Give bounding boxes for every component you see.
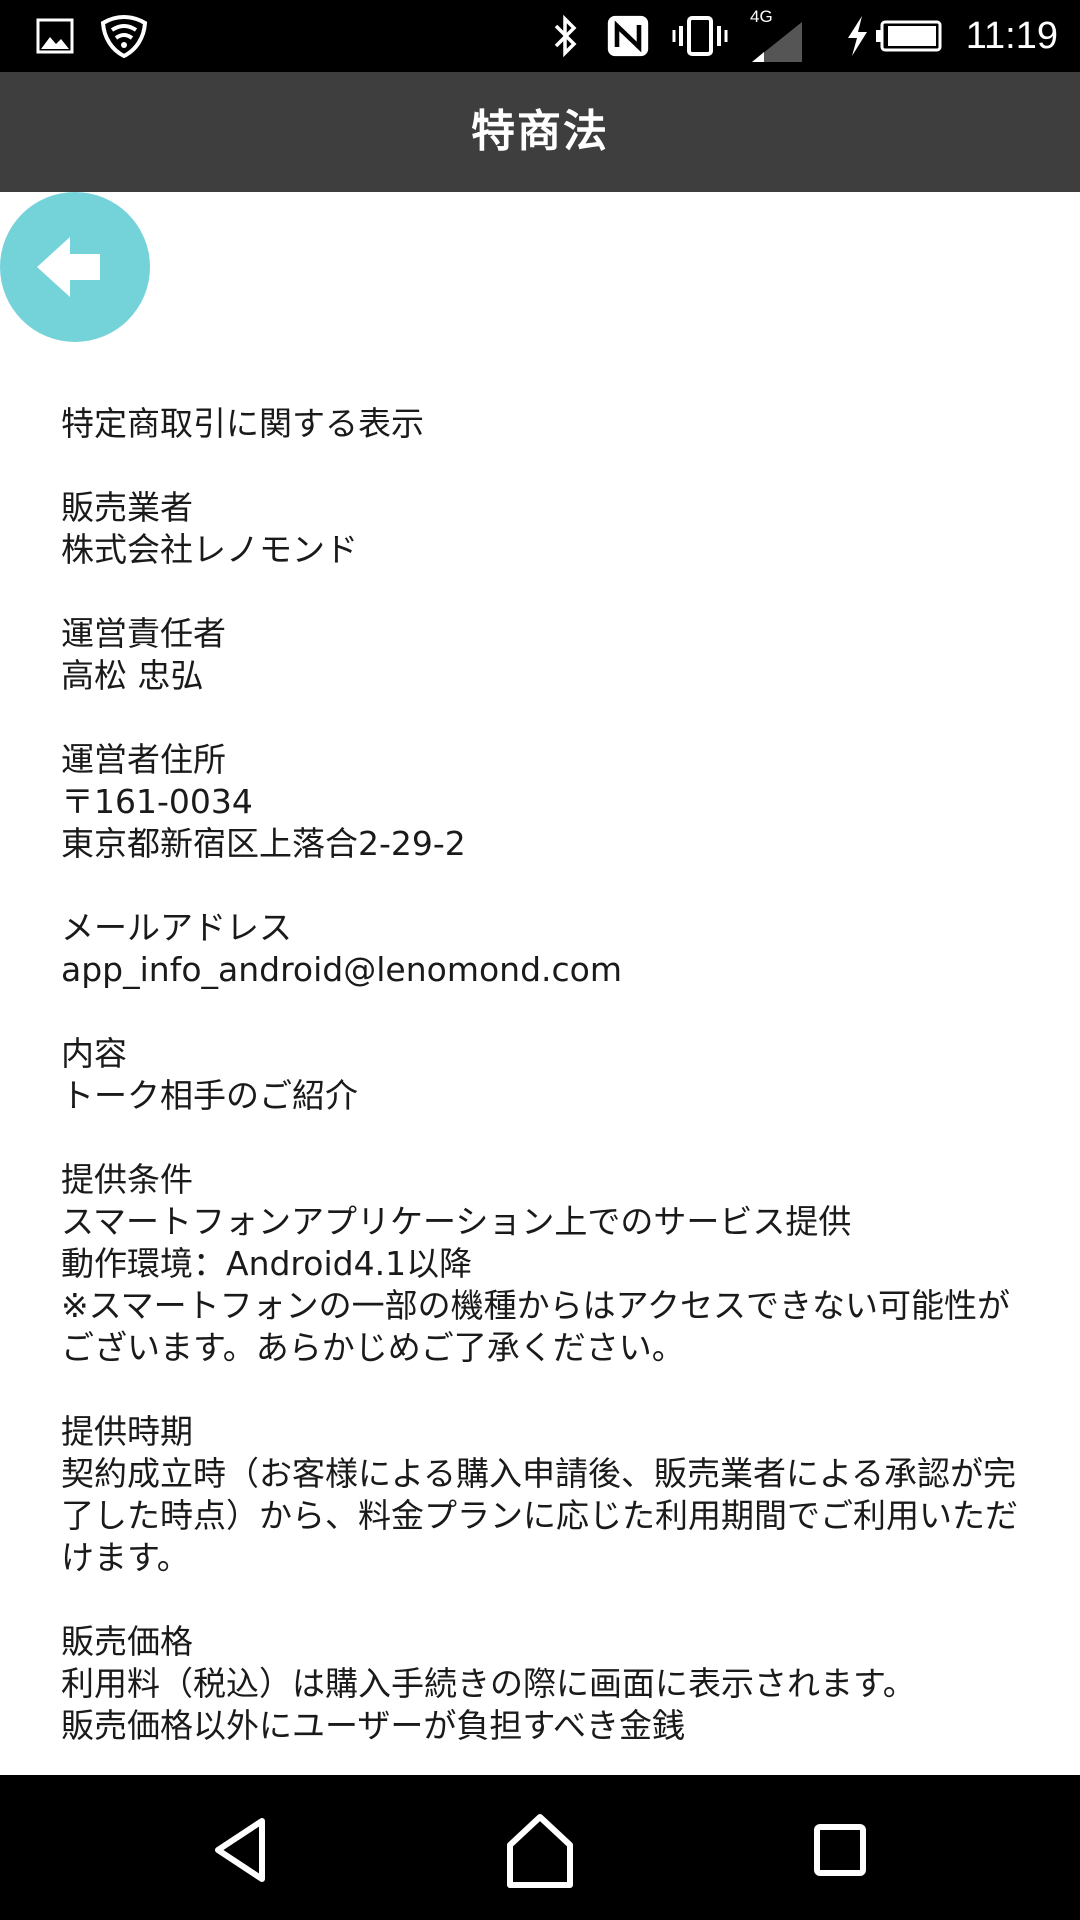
section-text: スマートフォンアプリケーション上でのサービス提供 (61, 1202, 852, 1241)
home-nav-icon (507, 1814, 573, 1888)
nav-home-button[interactable] (490, 1805, 590, 1895)
recents-nav-icon (814, 1824, 866, 1876)
content-heading: 特定商取引に関する表示 (61, 404, 424, 443)
signal-icon: 4G (748, 8, 806, 62)
nav-back-button[interactable] (192, 1805, 292, 1895)
section-label: 販売業者 (61, 488, 193, 527)
section-label: メールアドレス (61, 908, 292, 947)
shield-icon (100, 14, 148, 58)
section-text: 契約成立時（お客様による購入申請後、販売業者による承認が完了した時点）から、料金… (61, 1454, 1018, 1577)
section-address: 運営者住所 〒161-0034 東京都新宿区上落合2-29-2 (61, 739, 1041, 865)
email-link[interactable]: app_info_android@lenomond.com (61, 949, 1041, 991)
section-label: 運営責任者 (61, 614, 226, 653)
status-bar: 4G 11:19 (0, 0, 1080, 72)
status-time: 11:19 (965, 15, 1058, 57)
nav-recents-button[interactable] (790, 1805, 890, 1895)
section-label: 提供時期 (61, 1412, 193, 1451)
section-text: 株式会社レノモンド (61, 530, 358, 569)
legal-notice-content: 特定商取引に関する表示 販売業者 株式会社レノモンド 運営責任者 高松 忠弘 運… (61, 403, 1041, 1773)
section-conditions: 提供条件 スマートフォンアプリケーション上でのサービス提供 動作環境：Andro… (61, 1159, 1041, 1369)
section-label: 運営者住所 (61, 740, 226, 779)
back-button[interactable] (0, 192, 150, 342)
navigation-bar (0, 1775, 1080, 1920)
nfc-icon (607, 15, 649, 57)
battery-icon (876, 20, 942, 52)
section-label: 提供条件 (61, 1160, 193, 1199)
gallery-icon (36, 18, 74, 54)
section-text: トーク相手のご紹介 (61, 1076, 358, 1115)
section-manager: 運営責任者 高松 忠弘 (61, 613, 1041, 697)
section-text: 東京都新宿区上落合2-29-2 (61, 824, 466, 863)
app-bar: 特商法 (0, 72, 1080, 192)
section-text: 高松 忠弘 (61, 656, 204, 695)
section-timing: 提供時期 契約成立時（お客様による購入申請後、販売業者による承認が完了した時点）… (61, 1411, 1041, 1579)
section-text: 動作環境：Android4.1以降 (61, 1244, 473, 1283)
section-text: ※スマートフォンの一部の機種からはアクセスできない可能性がございます。あらかじめ… (61, 1286, 1011, 1367)
section-seller: 販売業者 株式会社レノモンド (61, 487, 1041, 571)
section-text: 〒161-0034 (61, 782, 253, 821)
section-label: 内容 (61, 1034, 127, 1073)
page-title: 特商法 (471, 106, 609, 157)
vibrate-icon (672, 16, 728, 56)
section-label: 販売価格 (61, 1622, 193, 1661)
charging-icon (848, 16, 867, 56)
section-price: 販売価格 利用料（税込）は購入手続きの際に画面に表示されます。 販売価格以外にユ… (61, 1621, 1041, 1747)
bluetooth-icon (554, 14, 577, 58)
back-nav-icon (215, 1818, 265, 1882)
arrow-left-icon (37, 237, 100, 297)
section-text: 販売価格以外にユーザーが負担すべき金銭 (61, 1706, 686, 1745)
section-text: 利用料（税込）は購入手続きの際に画面に表示されます。 (61, 1664, 916, 1703)
section-email: メールアドレス app_info_android@lenomond.com (61, 907, 1041, 991)
section-content: 内容 トーク相手のご紹介 (61, 1033, 1041, 1117)
